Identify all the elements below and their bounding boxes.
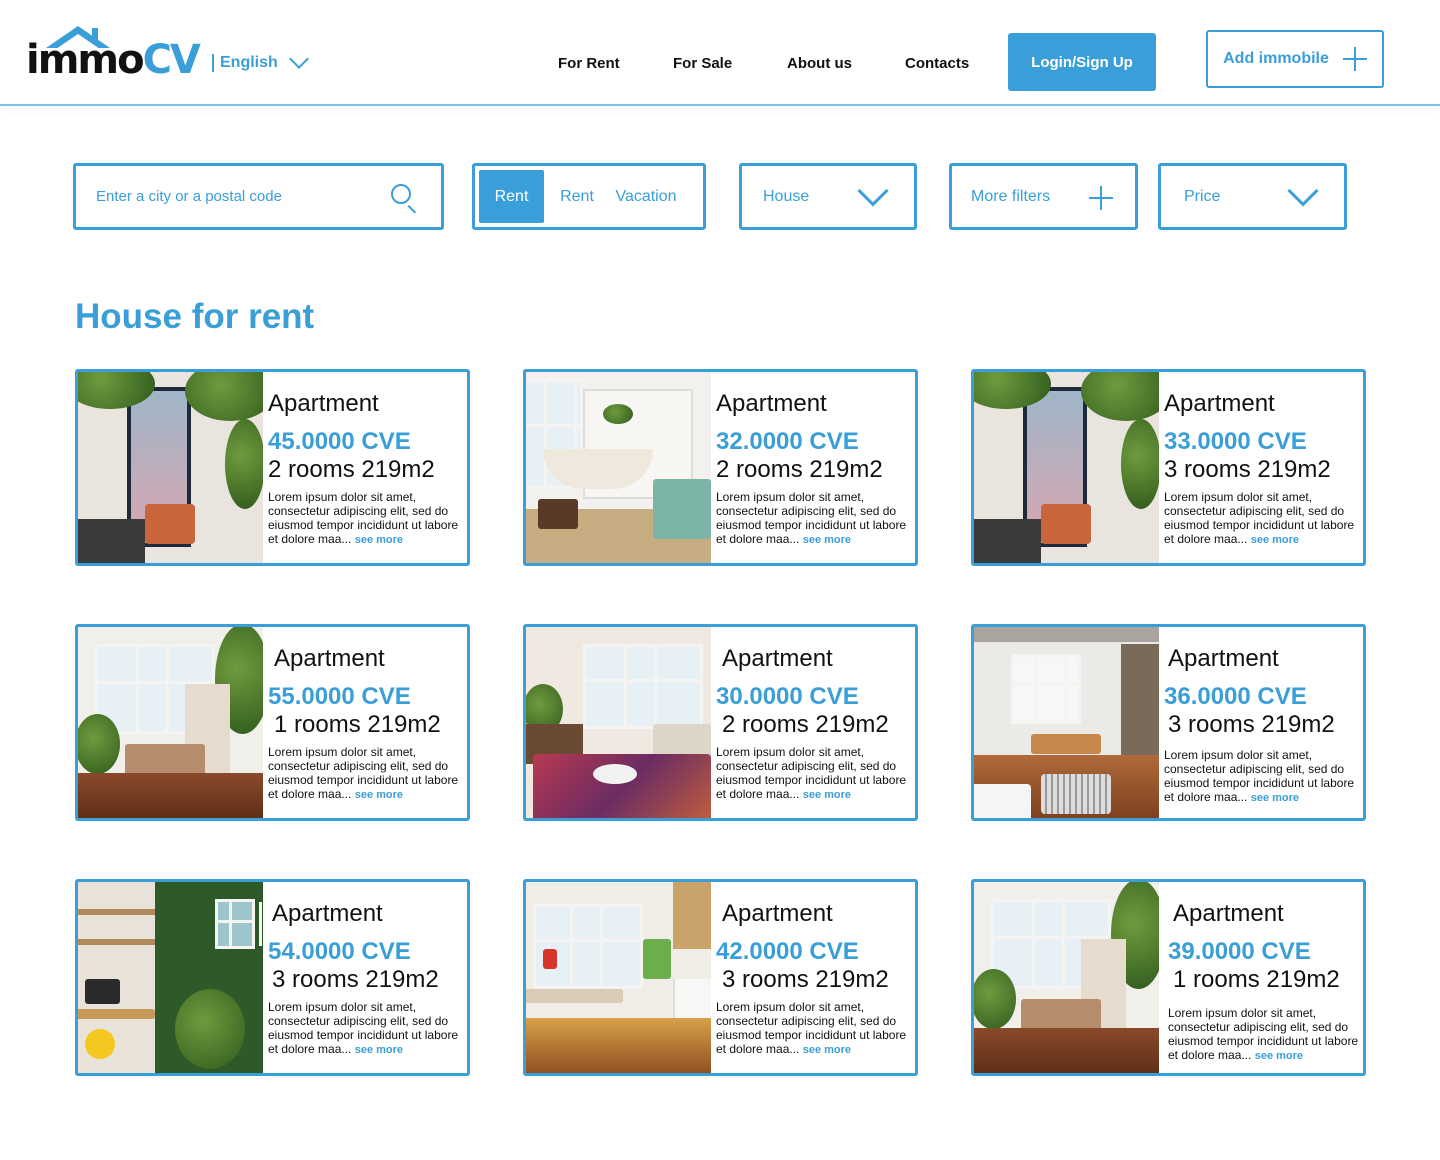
listing-photo[interactable] bbox=[974, 627, 1159, 818]
listing-price: 30.0000 CVE bbox=[716, 683, 859, 710]
listing-rooms: 2 rooms 219m2 bbox=[716, 456, 883, 483]
see-more-link[interactable]: see more bbox=[355, 534, 403, 546]
listing-card[interactable]: Apartment 30.0000 CVE 2 rooms 219m2 Lore… bbox=[523, 624, 918, 821]
listing-card[interactable]: Apartment 45.0000 CVE 2 rooms 219m2 Lore… bbox=[75, 369, 470, 566]
see-more-link[interactable]: see more bbox=[1251, 534, 1299, 546]
see-more-link[interactable]: see more bbox=[1255, 1050, 1303, 1062]
listing-type: Apartment bbox=[722, 645, 833, 672]
listing-price: 39.0000 CVE bbox=[1168, 938, 1311, 965]
listing-card[interactable]: Apartment 36.0000 CVE 3 rooms 219m2 Lore… bbox=[971, 624, 1366, 821]
listing-price: 45.0000 CVE bbox=[268, 428, 411, 455]
listing-type: Apartment bbox=[272, 900, 383, 927]
listing-photo[interactable] bbox=[974, 882, 1159, 1073]
plus-icon bbox=[1342, 47, 1367, 71]
property-type-value: House bbox=[763, 187, 810, 205]
listing-price: 55.0000 CVE bbox=[268, 683, 411, 710]
page-title: House for rent bbox=[75, 297, 315, 336]
nav-contacts[interactable]: Contacts bbox=[905, 55, 969, 72]
price-value: Price bbox=[1184, 187, 1221, 205]
listing-price: 33.0000 CVE bbox=[1164, 428, 1307, 455]
listing-photo[interactable] bbox=[974, 372, 1159, 563]
listing-photo[interactable] bbox=[526, 882, 711, 1073]
listing-rooms: 3 rooms 219m2 bbox=[1168, 711, 1335, 738]
nav-for-sale[interactable]: For Sale bbox=[673, 55, 732, 72]
see-more-link[interactable]: see more bbox=[803, 789, 851, 801]
listing-price: 32.0000 CVE bbox=[716, 428, 859, 455]
listing-type: Apartment bbox=[1173, 900, 1284, 927]
plus-icon bbox=[1089, 186, 1113, 210]
segment-rent[interactable]: Rent bbox=[544, 170, 610, 223]
listing-rooms: 1 rooms 219m2 bbox=[1173, 966, 1340, 993]
see-more-link[interactable]: see more bbox=[355, 1044, 403, 1056]
see-more-link[interactable]: see more bbox=[803, 534, 851, 546]
chevron-down-icon bbox=[1287, 175, 1319, 207]
language-selector[interactable]: English bbox=[212, 49, 309, 72]
listing-card[interactable]: Apartment 39.0000 CVE 1 rooms 219m2 Lore… bbox=[971, 879, 1366, 1076]
top-header: immoCV English For Rent For Sale About u… bbox=[0, 0, 1440, 106]
logo-text-accent: CV bbox=[142, 37, 201, 83]
listing-photo[interactable] bbox=[78, 627, 263, 818]
listing-type: Apartment bbox=[274, 645, 385, 672]
listing-photo[interactable] bbox=[526, 372, 711, 563]
listing-rooms: 3 rooms 219m2 bbox=[1164, 456, 1331, 483]
more-filters-label: More filters bbox=[971, 187, 1051, 205]
listing-rooms: 3 rooms 219m2 bbox=[722, 966, 889, 993]
see-more-link[interactable]: see more bbox=[355, 789, 403, 801]
listing-price: 54.0000 CVE bbox=[268, 938, 411, 965]
listing-card[interactable]: Apartment 55.0000 CVE 1 rooms 219m2 Lore… bbox=[75, 624, 470, 821]
nav-about-us[interactable]: About us bbox=[787, 55, 852, 72]
divider bbox=[212, 54, 214, 72]
listing-card[interactable]: Apartment 32.0000 CVE 2 rooms 219m2 Lore… bbox=[523, 369, 918, 566]
see-more-link[interactable]: see more bbox=[803, 1044, 851, 1056]
listing-type-toggle: Rent Rent Vacation bbox=[472, 163, 706, 230]
listing-rooms: 2 rooms 219m2 bbox=[268, 456, 435, 483]
search-placeholder: Enter a city or a postal code bbox=[96, 188, 282, 205]
segment-rent-active[interactable]: Rent bbox=[479, 170, 544, 223]
listing-type: Apartment bbox=[722, 900, 833, 927]
language-label: English bbox=[220, 54, 278, 71]
search-field[interactable]: Enter a city or a postal code bbox=[73, 163, 444, 230]
nav-for-rent[interactable]: For Rent bbox=[558, 55, 620, 72]
listing-photo[interactable] bbox=[526, 627, 711, 818]
listing-rooms: 3 rooms 219m2 bbox=[272, 966, 439, 993]
add-immobile-label: Add immobile bbox=[1223, 50, 1329, 67]
logo[interactable]: immoCV bbox=[26, 26, 208, 86]
segment-vacation[interactable]: Vacation bbox=[610, 170, 682, 223]
listing-card[interactable]: Apartment 42.0000 CVE 3 rooms 219m2 Lore… bbox=[523, 879, 918, 1076]
property-type-dropdown[interactable]: House bbox=[739, 163, 917, 230]
listing-type: Apartment bbox=[1164, 390, 1275, 417]
chevron-down-icon bbox=[857, 175, 889, 207]
chevron-down-icon bbox=[288, 49, 309, 69]
listing-rooms: 2 rooms 219m2 bbox=[722, 711, 889, 738]
price-dropdown[interactable]: Price bbox=[1158, 163, 1347, 230]
listing-type: Apartment bbox=[268, 390, 379, 417]
listing-card[interactable]: Apartment 33.0000 CVE 3 rooms 219m2 Lore… bbox=[971, 369, 1366, 566]
listing-photo[interactable] bbox=[78, 372, 263, 563]
search-icon[interactable] bbox=[391, 184, 417, 214]
see-more-link[interactable]: see more bbox=[1251, 792, 1299, 804]
logo-text: immo bbox=[26, 37, 145, 83]
listing-price: 42.0000 CVE bbox=[716, 938, 859, 965]
listing-rooms: 1 rooms 219m2 bbox=[274, 711, 441, 738]
listing-card[interactable]: Apartment 54.0000 CVE 3 rooms 219m2 Lore… bbox=[75, 879, 470, 1076]
listing-price: 36.0000 CVE bbox=[1164, 683, 1307, 710]
listing-photo[interactable] bbox=[78, 882, 263, 1073]
login-signup-button[interactable]: Login/Sign Up bbox=[1008, 33, 1156, 91]
add-immobile-button[interactable]: Add immobile bbox=[1206, 30, 1384, 88]
listing-type: Apartment bbox=[716, 390, 827, 417]
listing-type: Apartment bbox=[1168, 645, 1279, 672]
more-filters-button[interactable]: More filters bbox=[949, 163, 1138, 230]
